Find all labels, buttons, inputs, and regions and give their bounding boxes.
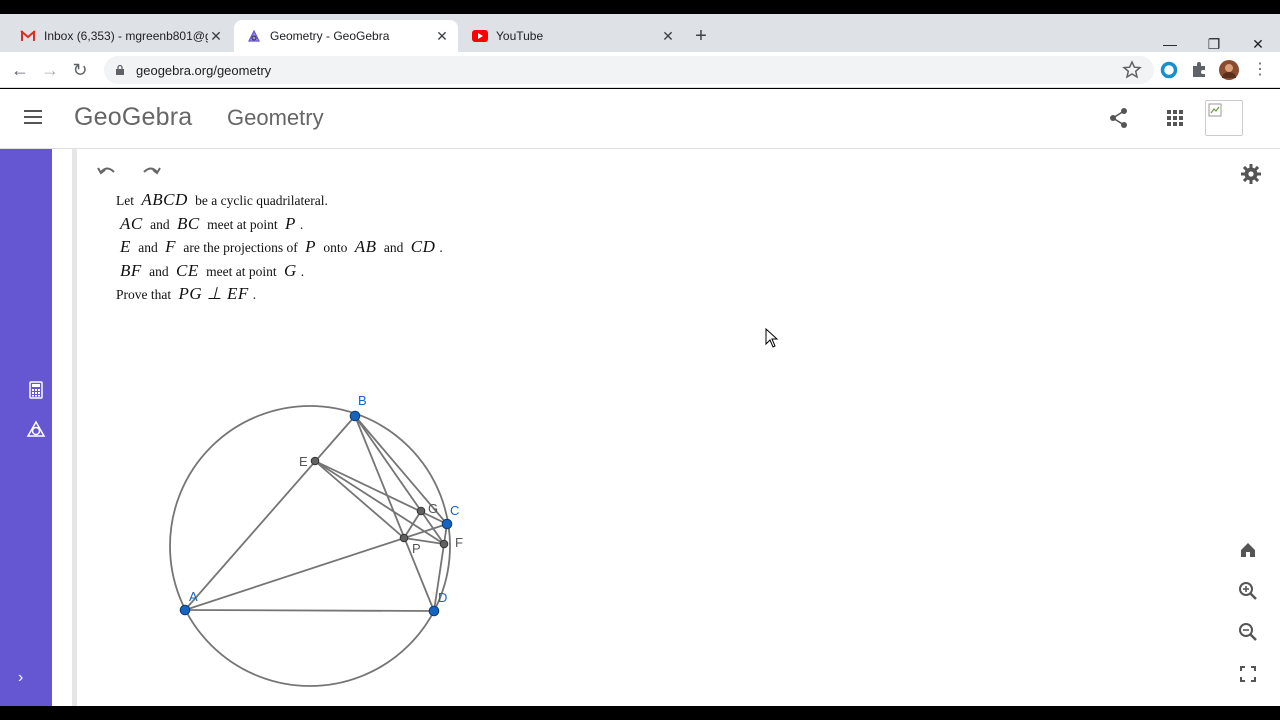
tab-youtube[interactable]: YouTube ✕ (460, 20, 684, 52)
bookmark-star-icon[interactable] (1122, 60, 1142, 80)
browser-toolbar: ← → ↻ geogebra.org/geometry ⋮ (0, 52, 1280, 88)
geogebra-logo[interactable]: GeoGebra (74, 103, 192, 132)
extension-circle-icon[interactable] (1159, 60, 1179, 80)
youtube-icon (472, 28, 488, 44)
point-A[interactable] (179, 604, 191, 616)
label-G: G (428, 501, 438, 516)
segment-EF[interactable] (314, 460, 445, 545)
label-B: B (358, 393, 367, 408)
user-avatar-icon[interactable] (1219, 60, 1239, 80)
tab-gmail[interactable]: Inbox (6,353) - mgreenb801@gm ✕ (8, 20, 232, 52)
tab-title: Geometry - GeoGebra (270, 29, 390, 43)
gmail-icon (20, 28, 36, 44)
new-tab-button[interactable]: + (690, 26, 712, 48)
browser-menu-icon[interactable]: ⋮ (1248, 58, 1272, 82)
screen: Inbox (6,353) - mgreenb801@gm ✕ Geometry… (0, 0, 1280, 720)
extensions-puzzle-icon[interactable] (1189, 60, 1209, 80)
screen-top-edge (0, 0, 1280, 14)
lock-icon (116, 64, 124, 75)
expand-sidebar-icon[interactable]: › (18, 669, 23, 687)
url-text: geogebra.org/geometry (136, 62, 272, 78)
share-icon[interactable] (1108, 107, 1130, 129)
gutter (52, 149, 74, 706)
geogebra-icon (246, 28, 262, 44)
profile-button[interactable] (1205, 100, 1243, 136)
tab-title: YouTube (496, 29, 544, 43)
label-D: D (438, 590, 447, 605)
construction-svg: A B C D E F G P (169, 393, 463, 687)
calculator-icon[interactable] (26, 380, 46, 400)
zoom-out-icon[interactable] (1231, 615, 1265, 649)
zoom-in-icon[interactable] (1231, 574, 1265, 608)
label-F: F (455, 535, 463, 550)
close-icon[interactable]: ✕ (434, 28, 450, 44)
point-C[interactable] (441, 518, 453, 530)
reload-button[interactable]: ↻ (68, 58, 92, 82)
home-icon[interactable] (1231, 533, 1265, 567)
close-icon[interactable]: ✕ (660, 28, 676, 44)
address-bar[interactable]: geogebra.org/geometry (104, 56, 1154, 84)
label-C: C (450, 503, 459, 518)
mouse-cursor-icon (765, 328, 779, 348)
back-button[interactable]: ← (8, 58, 32, 82)
label-P: P (412, 541, 421, 556)
app-sidebar: › (0, 149, 52, 706)
hamburger-menu-icon[interactable] (24, 110, 42, 124)
segment-EP[interactable] (314, 460, 405, 539)
broken-image-icon (1208, 103, 1222, 117)
label-A: A (189, 589, 198, 604)
tab-geogebra[interactable]: Geometry - GeoGebra ✕ (234, 20, 458, 52)
free-points (179, 410, 453, 617)
point-F[interactable] (439, 539, 449, 549)
label-E: E (299, 454, 308, 469)
point-D[interactable] (428, 605, 440, 617)
tab-title: Inbox (6,353) - mgreenb801@gm (44, 29, 208, 43)
segment-AD[interactable] (184, 609, 435, 612)
point-E[interactable] (310, 456, 320, 466)
forward-button[interactable]: → (38, 58, 62, 82)
app-title: Geometry (227, 105, 324, 130)
point-B[interactable] (349, 410, 361, 422)
settings-gear-icon[interactable] (1240, 163, 1262, 185)
fullscreen-icon[interactable] (1231, 657, 1265, 691)
graphics-view[interactable]: Let ABCD be a cyclic quadrilateral. AC a… (77, 149, 1280, 706)
close-icon[interactable]: ✕ (208, 28, 224, 44)
point-P[interactable] (399, 533, 409, 543)
apps-grid-icon[interactable] (1164, 107, 1186, 129)
screen-bottom-edge (0, 706, 1280, 720)
browser-tabstrip: Inbox (6,353) - mgreenb801@gm ✕ Geometry… (0, 14, 1280, 52)
point-G[interactable] (416, 506, 426, 516)
app-header: GeoGebra Geometry (0, 89, 1280, 149)
geometry-tools-icon[interactable] (26, 419, 46, 439)
segment-AB[interactable] (184, 415, 356, 611)
